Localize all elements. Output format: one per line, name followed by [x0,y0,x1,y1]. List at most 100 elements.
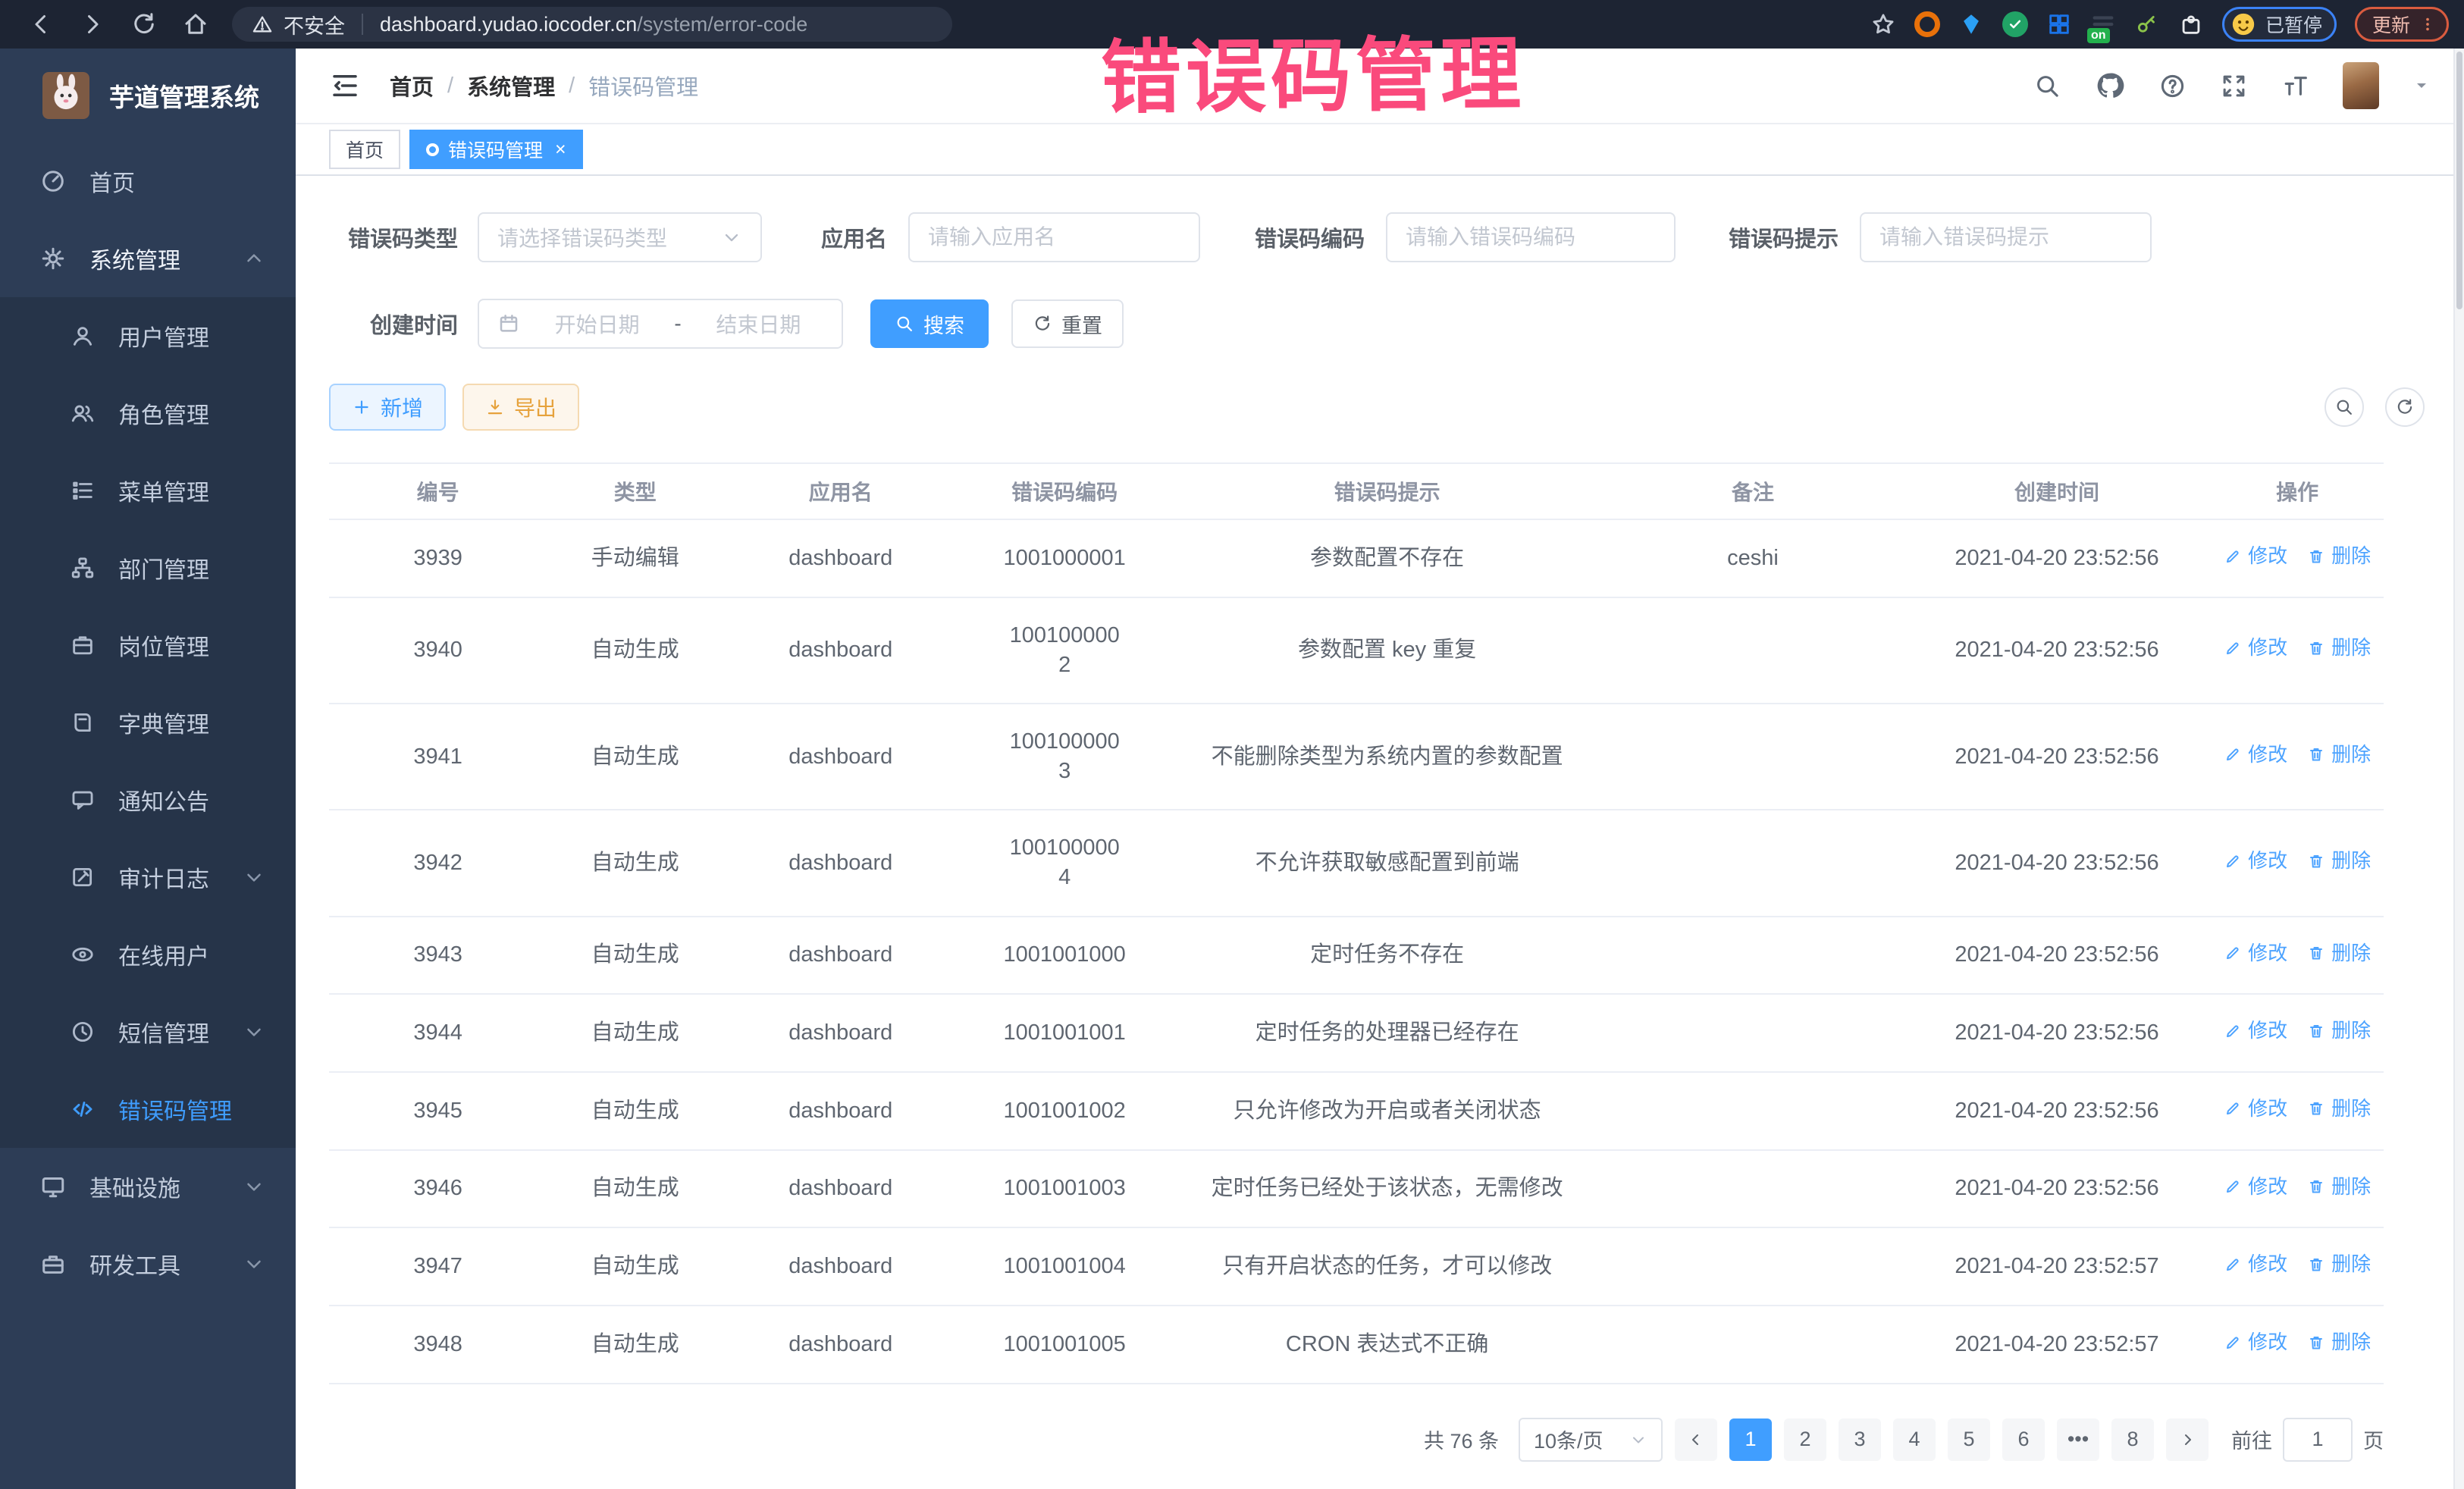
sidebar-item-字典管理[interactable]: 字典管理 [0,684,296,761]
sidebar-collapse-icon[interactable] [329,70,361,102]
toggle-search-button[interactable] [2324,387,2364,427]
page-button-8[interactable]: 8 [2111,1418,2154,1461]
extension-icon-5[interactable]: on [2090,11,2116,37]
refresh-table-button[interactable] [2385,387,2425,427]
sidebar-item-用户管理[interactable]: 用户管理 [0,297,296,375]
edit-link[interactable]: 修改 [2224,1329,2287,1356]
page-button-3[interactable]: 3 [1839,1418,1881,1461]
help-icon[interactable] [2158,72,2187,100]
edit-link[interactable]: 修改 [2224,1174,2287,1200]
bookmark-star-icon[interactable] [1870,11,1896,37]
delete-link[interactable]: 删除 [2307,635,2371,661]
edit-link[interactable]: 修改 [2224,635,2287,661]
tag-view-tab[interactable]: 错误码管理× [409,130,583,169]
page-button-1[interactable]: 1 [1729,1418,1772,1461]
edit-link[interactable]: 修改 [2224,848,2287,874]
page-button-5[interactable]: 5 [1948,1418,1990,1461]
edit-link[interactable]: 修改 [2224,1017,2287,1044]
delete-link[interactable]: 删除 [2307,848,2371,874]
table-row: 3940自动生成dashboard100100000 2参数配置 key 重复2… [329,597,2384,704]
sidebar-item-部门管理[interactable]: 部门管理 [0,529,296,607]
cell-created: 2021-04-20 23:52:56 [1903,994,2212,1072]
delete-link[interactable]: 删除 [2307,1329,2371,1356]
browser-menu-icon[interactable] [2419,16,2436,33]
extension-icon-4[interactable] [2046,11,2072,37]
search-icon[interactable] [2033,72,2061,100]
sidebar-item-短信管理[interactable]: 短信管理 [0,993,296,1071]
extension-icon-6[interactable] [2134,11,2160,37]
delete-link[interactable]: 删除 [2307,1174,2371,1200]
github-icon[interactable] [2095,71,2125,101]
browser-profile-chip[interactable]: 已暂停 [2222,7,2337,42]
sidebar-item-在线用户[interactable]: 在线用户 [0,916,296,993]
edit-link[interactable]: 修改 [2224,1096,2287,1122]
sidebar-item-系统管理[interactable]: 系统管理 [0,220,296,297]
browser-update-button[interactable]: 更新 [2355,7,2449,42]
scrollbar-thumb[interactable] [2456,52,2462,309]
reload-icon[interactable] [130,11,158,38]
search-button[interactable]: 搜索 [870,299,989,348]
goto-page-input[interactable] [2283,1418,2353,1462]
app-input[interactable] [928,225,1180,249]
sidebar-item-基础设施[interactable]: 基础设施 [0,1148,296,1225]
avatar-caret-icon[interactable] [2412,77,2431,95]
delete-link[interactable]: 删除 [2307,1096,2371,1122]
sidebar: 芋道管理系统 首页系统管理用户管理角色管理菜单管理部门管理岗位管理字典管理通知公… [0,49,296,1489]
edit-link[interactable]: 修改 [2224,940,2287,967]
extension-icon-2[interactable] [1958,11,1984,37]
delete-link[interactable]: 删除 [2307,543,2371,569]
font-size-icon[interactable] [2281,72,2309,100]
next-page-button[interactable] [2166,1418,2209,1461]
code-input[interactable] [1406,225,1656,249]
sidebar-item-首页[interactable]: 首页 [0,143,296,220]
date-range-picker[interactable]: 开始日期 - 结束日期 [478,299,843,349]
breadcrumb-item[interactable]: 首页 [390,70,434,102]
delete-link[interactable]: 删除 [2307,741,2371,768]
extension-icon-1[interactable] [1914,11,1940,37]
reset-button[interactable]: 重置 [1011,299,1124,348]
sidebar-item-错误码管理[interactable]: 错误码管理 [0,1071,296,1148]
home-icon[interactable] [182,11,209,38]
sidebar-item-岗位管理[interactable]: 岗位管理 [0,607,296,684]
sidebar-item-菜单管理[interactable]: 菜单管理 [0,452,296,529]
close-icon[interactable]: × [555,139,566,161]
delete-link[interactable]: 删除 [2307,1251,2371,1277]
scrollbar[interactable] [2453,49,2464,1489]
delete-link[interactable]: 删除 [2307,1017,2371,1044]
delete-label: 删除 [2331,940,2371,967]
page-size-select[interactable]: 10条/页 [1519,1418,1663,1462]
sidebar-item-通知公告[interactable]: 通知公告 [0,761,296,839]
prev-page-button[interactable] [1675,1418,1717,1461]
sidebar-item-研发工具[interactable]: 研发工具 [0,1225,296,1302]
forward-icon[interactable] [79,11,106,38]
sidebar-item-审计日志[interactable]: 审计日志 [0,839,296,916]
cell-created: 2021-04-20 23:52:56 [1903,519,2212,597]
add-button[interactable]: 新增 [329,384,446,431]
delete-link[interactable]: 删除 [2307,940,2371,967]
edit-link[interactable]: 修改 [2224,741,2287,768]
extensions-puzzle-icon[interactable] [2178,11,2204,37]
not-secure-icon [252,14,273,35]
type-select[interactable]: 请选择错误码类型 [478,212,762,262]
pager-ellipsis[interactable]: ••• [2057,1418,2099,1461]
page-button-6[interactable]: 6 [2002,1418,2045,1461]
sidebar-item-角色管理[interactable]: 角色管理 [0,375,296,452]
cell-actions: 修改删除 [2211,519,2384,597]
page-button-4[interactable]: 4 [1893,1418,1936,1461]
hint-input[interactable] [1879,225,2132,249]
users-icon [70,400,96,426]
export-button[interactable]: 导出 [462,384,579,431]
address-bar[interactable]: 不安全 dashboard.yudao.iocoder.cn/system/er… [232,7,952,42]
tag-view-tab[interactable]: 首页 [329,130,400,169]
avatar[interactable] [2343,62,2379,109]
cell-message: 不能删除类型为系统内置的参数配置 [1171,704,1603,810]
breadcrumb-item[interactable]: 系统管理 [467,70,555,102]
page-button-2[interactable]: 2 [1784,1418,1826,1461]
back-icon[interactable] [27,11,55,38]
edit-link[interactable]: 修改 [2224,543,2287,569]
security-label: 不安全 [284,10,345,39]
fullscreen-icon[interactable] [2220,72,2248,100]
extension-icon-3[interactable] [2002,11,2028,37]
app-logo-row[interactable]: 芋道管理系统 [0,49,296,143]
edit-link[interactable]: 修改 [2224,1251,2287,1277]
